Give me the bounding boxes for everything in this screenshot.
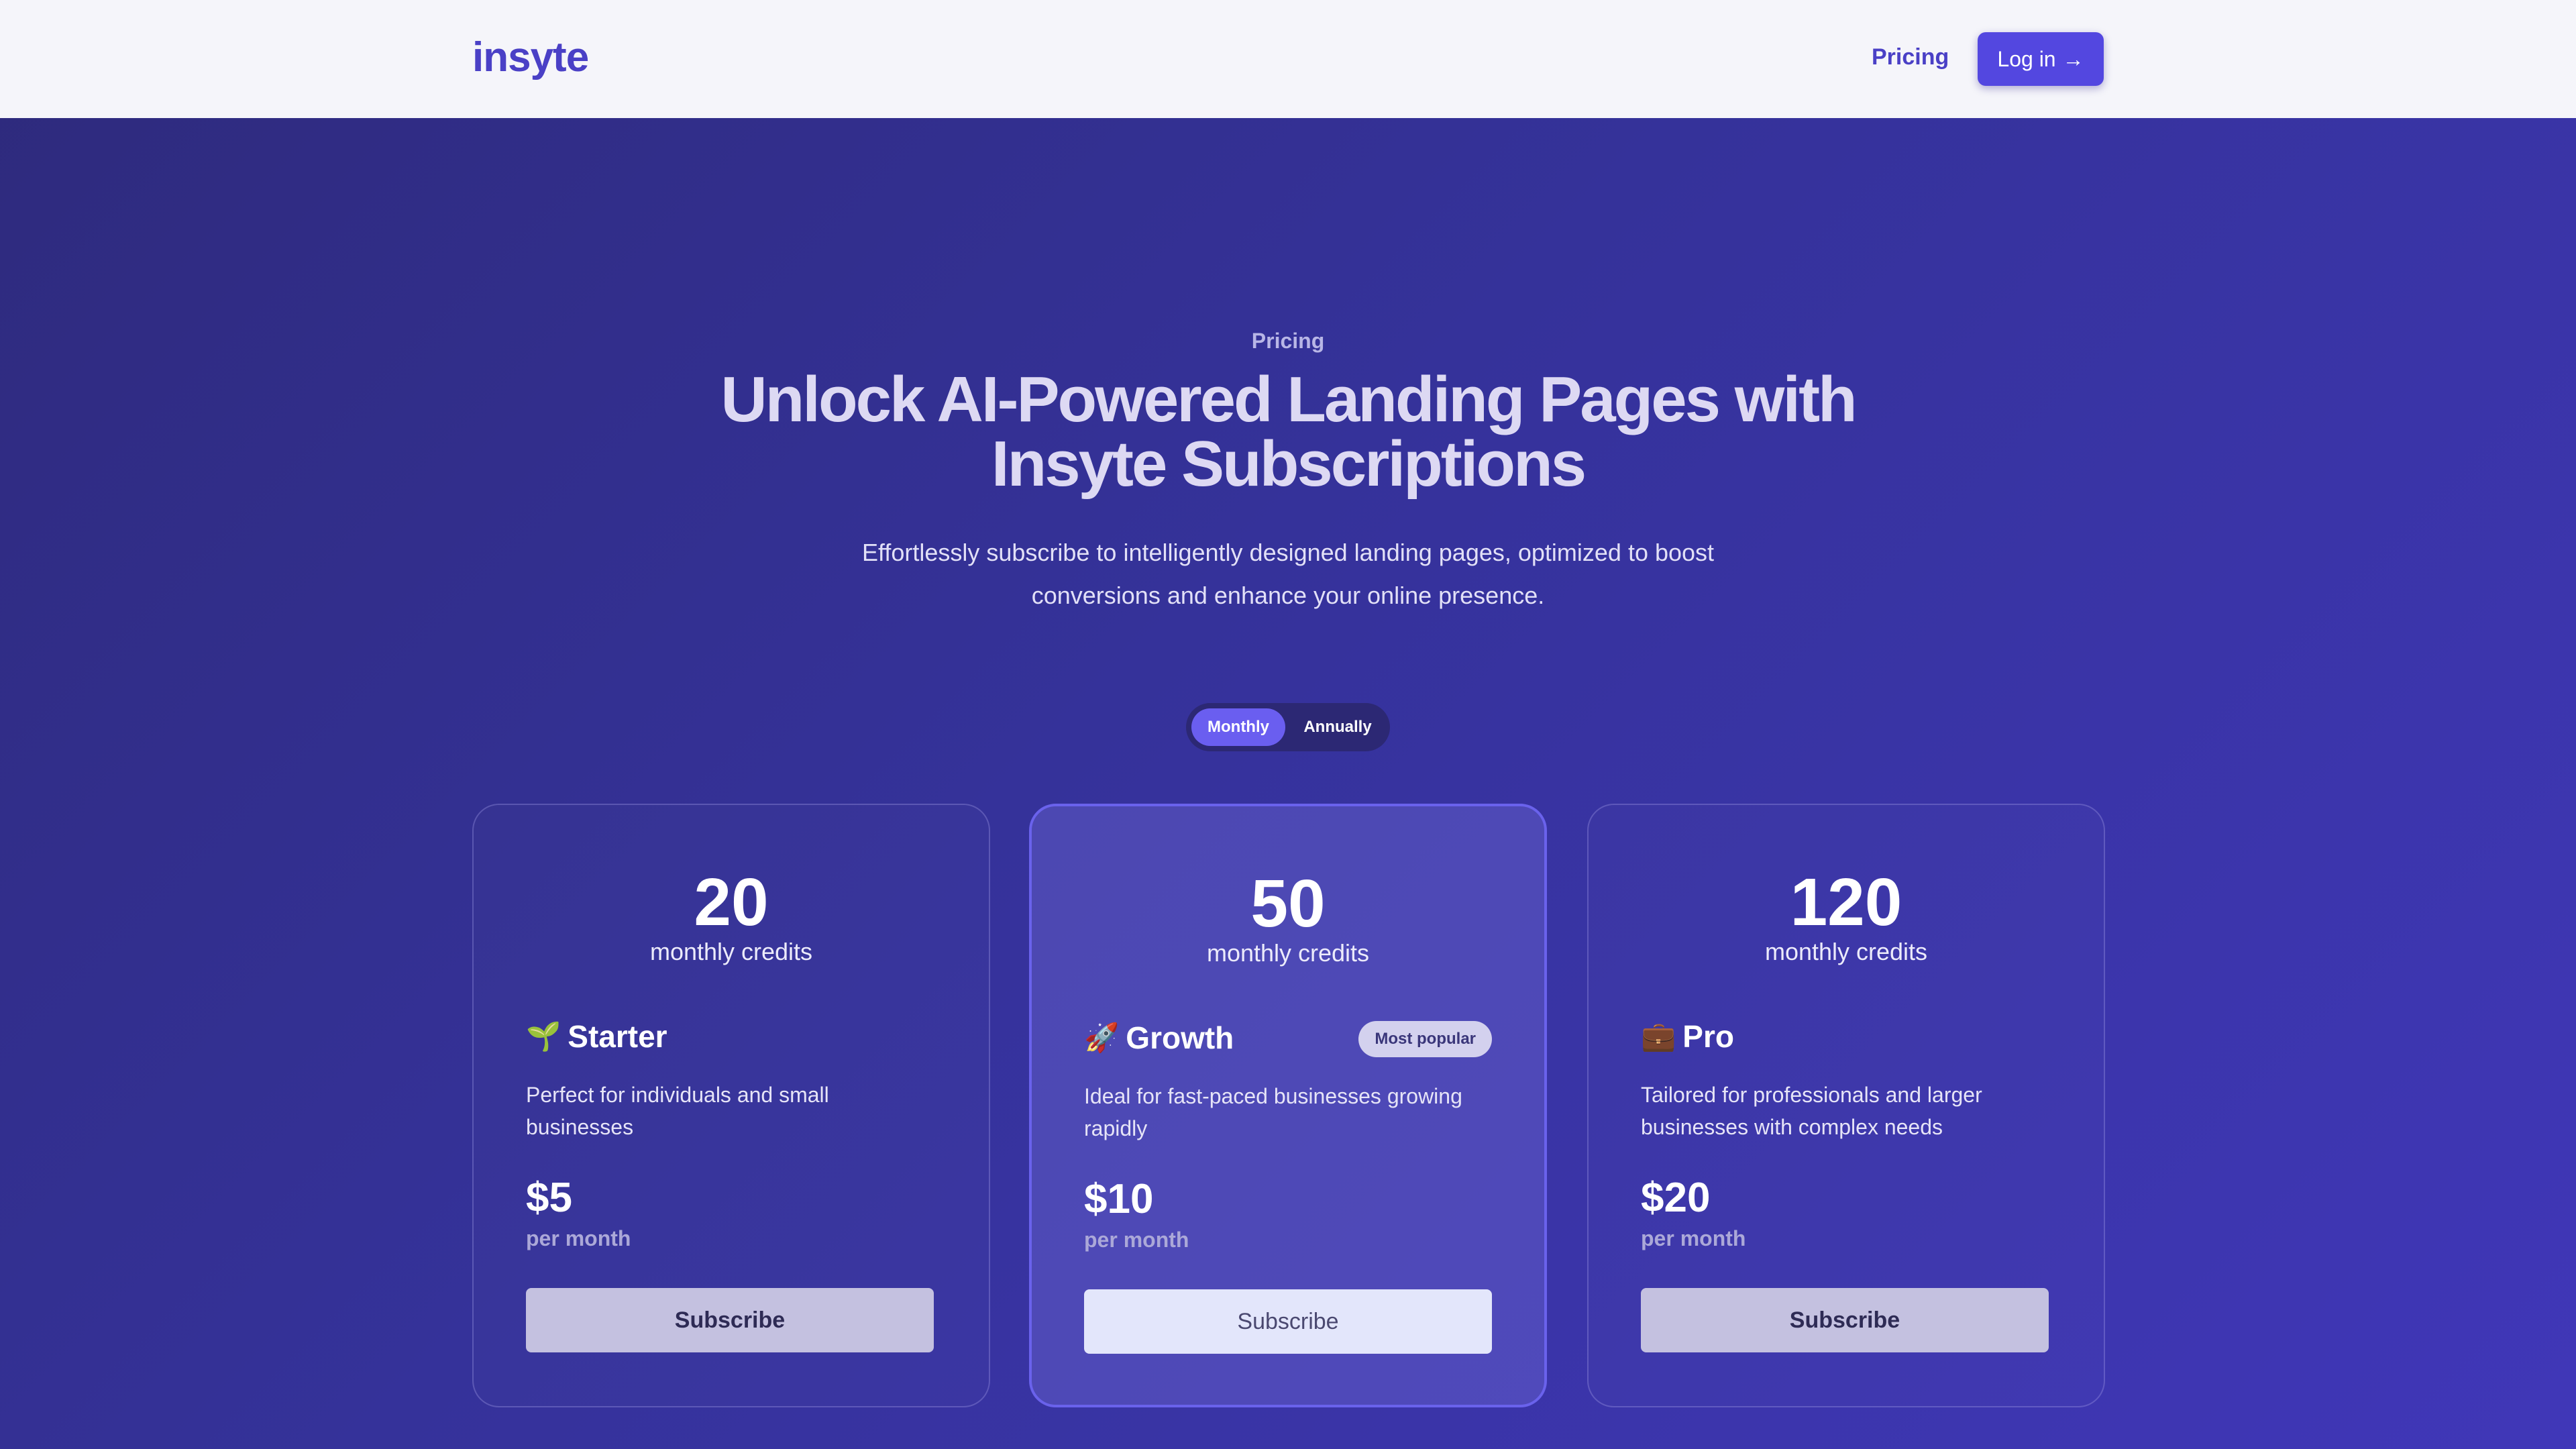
rocket-icon: 🚀 xyxy=(1084,1021,1120,1053)
plan-description: Perfect for individuals and small busine… xyxy=(526,1083,829,1139)
plan-name: Growth xyxy=(1126,1020,1234,1055)
plan-name: Pro xyxy=(1682,1019,1734,1054)
plan-description: Tailored for professionals and larger bu… xyxy=(1641,1083,1982,1139)
plan-card-starter: 20 monthly credits 🌱 Starter Perfect for… xyxy=(472,804,990,1407)
plan-title: 🚀 Growth xyxy=(1084,1020,1234,1056)
plan-price: $5 xyxy=(526,1175,572,1221)
arrow-right-icon: → xyxy=(2062,46,2084,71)
credits-label: monthly credits xyxy=(649,938,813,965)
insyte-logo[interactable]: insyte xyxy=(472,34,589,81)
login-button-label: Log in xyxy=(1997,46,2056,71)
subscribe-button-pro[interactable]: Subscribe xyxy=(1641,1288,2049,1352)
top-nav-bar: insyte Pricing Log in → xyxy=(0,0,2576,118)
seedling-icon: 🌱 xyxy=(526,1020,561,1052)
credits-amount: 50 xyxy=(1250,866,1326,941)
plan-title: 💼 Pro xyxy=(1641,1018,1734,1055)
nav-pricing-link[interactable]: Pricing xyxy=(1872,44,1949,70)
section-eyebrow: Pricing xyxy=(1251,329,1325,353)
credits-amount: 20 xyxy=(694,865,769,940)
briefcase-icon: 💼 xyxy=(1641,1020,1676,1052)
plan-price-unit: per month xyxy=(1641,1226,1746,1250)
plan-price: $10 xyxy=(1084,1176,1154,1222)
plan-card-pro: 120 monthly credits 💼 Pro Tailored for p… xyxy=(1587,804,2105,1407)
most-popular-badge: Most popular xyxy=(1358,1021,1492,1057)
plan-price: $20 xyxy=(1641,1175,1711,1221)
hero-subtext: Effortlessly subscribe to intelligently … xyxy=(861,539,1715,609)
plan-price-unit: per month xyxy=(526,1226,631,1250)
toggle-annually[interactable]: Annually xyxy=(1291,708,1385,746)
plan-description: Ideal for fast-paced businesses growing … xyxy=(1084,1084,1462,1140)
credits-label: monthly credits xyxy=(1206,939,1370,967)
login-button[interactable]: Log in → xyxy=(1978,32,2104,86)
credits-amount: 120 xyxy=(1790,865,1902,940)
plan-title: 🌱 Starter xyxy=(526,1018,667,1055)
plan-name: Starter xyxy=(568,1019,667,1054)
credits-label: monthly credits xyxy=(1764,938,1928,965)
toggle-monthly[interactable]: Monthly xyxy=(1191,708,1285,746)
plan-card-growth: 50 monthly credits 🚀 Growth Most popular… xyxy=(1029,804,1547,1407)
plan-price-unit: per month xyxy=(1084,1228,1189,1252)
billing-period-toggle: Monthly Annually xyxy=(1186,703,1390,751)
hero-headline: Unlock AI-Powered Landing Pages with Ins… xyxy=(720,364,1857,500)
subscribe-button-growth[interactable]: Subscribe xyxy=(1084,1289,1492,1354)
subscribe-button-starter[interactable]: Subscribe xyxy=(526,1288,934,1352)
